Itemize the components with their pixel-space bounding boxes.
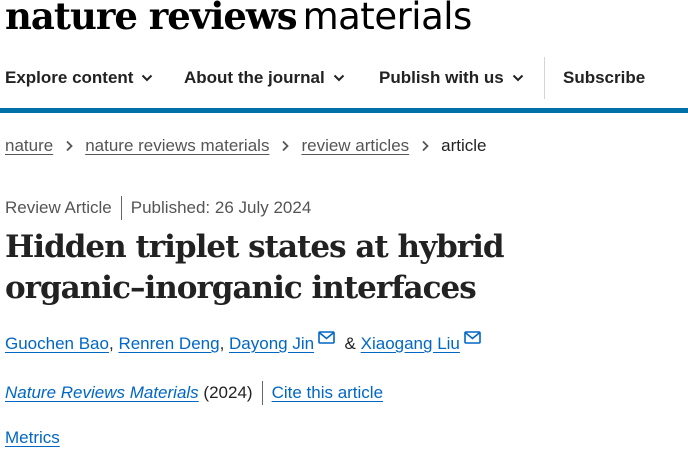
- journal-logo[interactable]: nature reviews materials: [5, 0, 472, 38]
- mail-icon[interactable]: [464, 330, 481, 344]
- author-link[interactable]: Dayong Jin: [229, 334, 314, 354]
- breadcrumb-review-articles[interactable]: review articles: [301, 136, 409, 156]
- mail-icon[interactable]: [318, 330, 335, 344]
- chevron-right-icon: [66, 140, 73, 152]
- nav-explore-content[interactable]: Explore content: [5, 48, 153, 108]
- chevron-down-icon: [142, 74, 153, 82]
- author-link[interactable]: Xiaogang Liu: [361, 334, 460, 354]
- logo-light-text: materials: [302, 0, 473, 38]
- author-list: Guochen Bao, Renren Deng, Dayong Jin & X…: [5, 330, 481, 357]
- meta-divider: [120, 196, 122, 220]
- nav-accent-bar: [0, 108, 688, 113]
- chevron-down-icon: [512, 74, 523, 82]
- breadcrumb-nature-reviews-materials[interactable]: nature reviews materials: [85, 136, 269, 156]
- cite-this-article-link[interactable]: Cite this article: [272, 383, 383, 403]
- nav-about-the-journal-label: About the journal: [184, 68, 325, 87]
- chevron-right-icon: [422, 140, 429, 152]
- breadcrumb-current: article: [441, 136, 487, 155]
- breadcrumb: nature nature reviews materials review a…: [5, 134, 487, 158]
- journal-info: Nature Reviews Materials (2024) Cite thi…: [5, 381, 383, 405]
- main-navigation: Explore content About the journal Publis…: [0, 48, 688, 108]
- chevron-down-icon: [333, 74, 344, 82]
- nav-subscribe-label: Subscribe: [563, 68, 646, 87]
- nav-publish-with-us-label: Publish with us: [379, 68, 504, 87]
- published-date: Published: 26 July 2024: [130, 198, 312, 217]
- journal-name-link[interactable]: Nature Reviews Materials: [5, 383, 199, 403]
- metrics-row: Metrics: [5, 426, 60, 450]
- article-title: Hidden triplet states at hybrid organic–…: [5, 229, 505, 306]
- nav-publish-with-us[interactable]: Publish with us: [379, 48, 524, 108]
- author-separator: ,: [108, 334, 114, 353]
- chevron-right-icon: [282, 140, 290, 152]
- nav-subscribe-button[interactable]: Subscribe: [563, 48, 645, 108]
- nav-explore-content-label: Explore content: [5, 68, 134, 87]
- author-link[interactable]: Guochen Bao: [5, 334, 109, 354]
- author-last-separator: &: [344, 334, 356, 353]
- breadcrumb-nature[interactable]: nature: [5, 136, 53, 156]
- publication-year: (2024): [203, 383, 253, 402]
- author-separator: ,: [219, 334, 225, 353]
- nav-divider: [544, 57, 545, 99]
- article-type: Review Article: [5, 198, 112, 217]
- metrics-link[interactable]: Metrics: [5, 428, 60, 448]
- author-link[interactable]: Renren Deng: [118, 334, 219, 354]
- journal-divider: [261, 381, 263, 405]
- article-meta: Review Article Published: 26 July 2024: [5, 196, 311, 220]
- nav-about-the-journal[interactable]: About the journal: [184, 48, 345, 108]
- logo-bold-text: nature reviews: [5, 0, 298, 38]
